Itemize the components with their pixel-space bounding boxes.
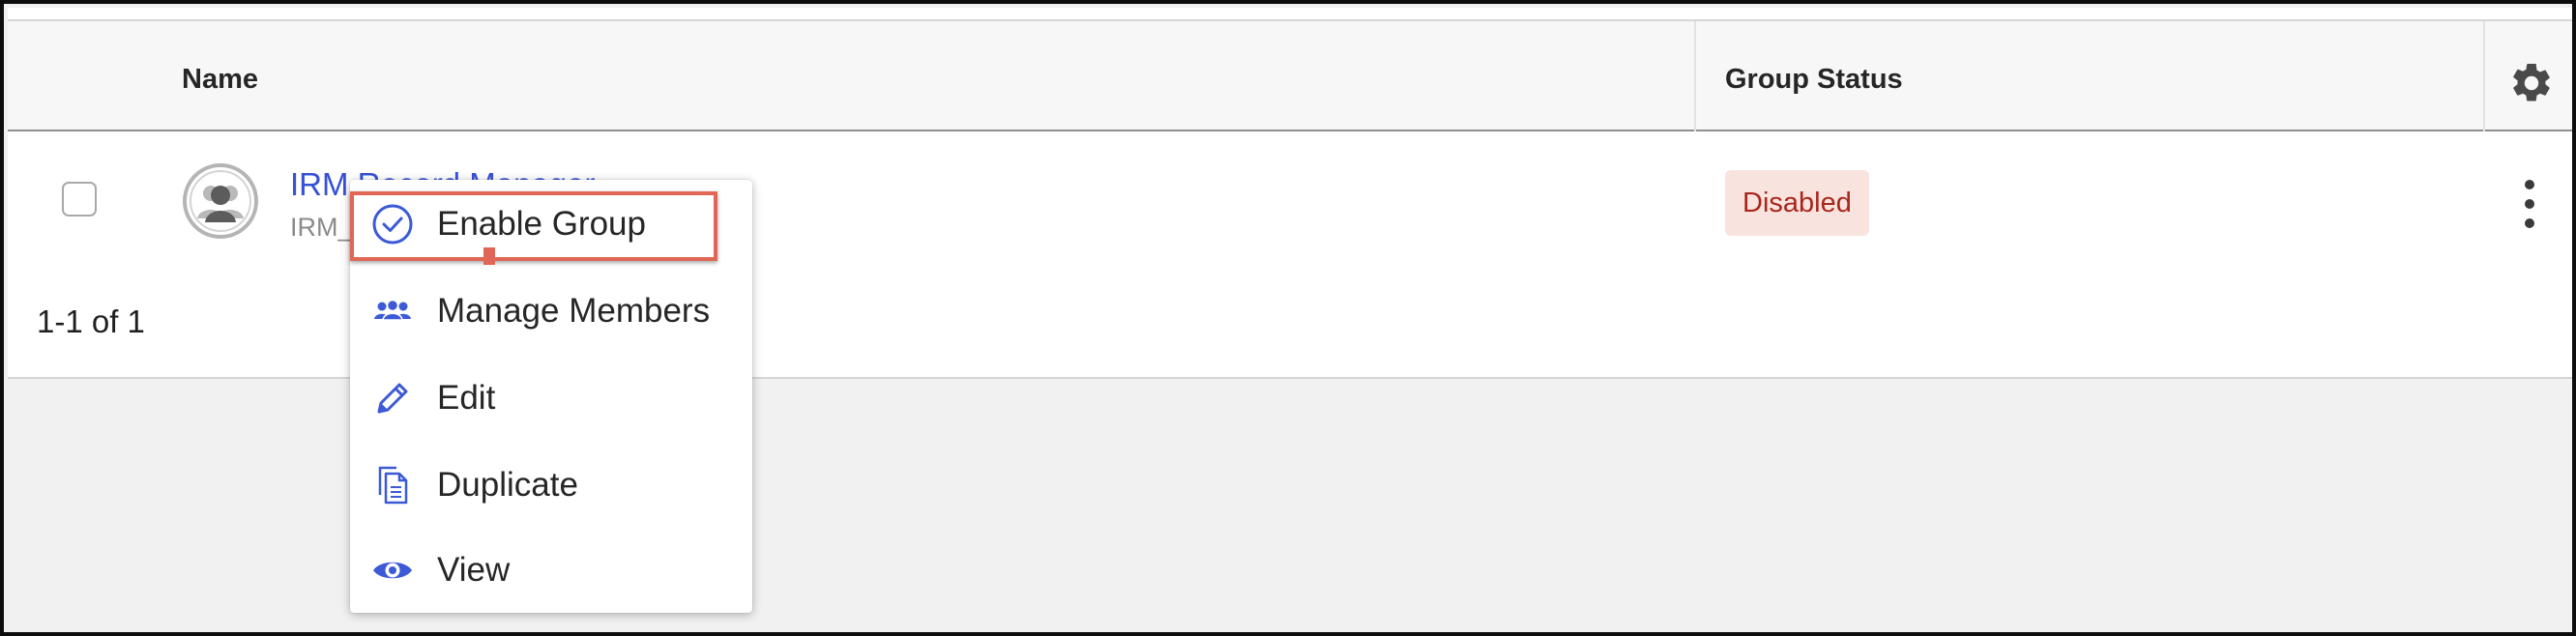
menu-item-label: Edit [437,379,496,417]
menu-item-manage-members[interactable]: Manage Members [350,267,752,354]
top-strip [8,8,2572,21]
table-header: Name Group Status [8,21,2572,131]
menu-item-label: View [437,551,511,589]
group-avatar-icon [183,163,258,239]
group-identifier: IRM_ [290,213,353,242]
pencil-icon [377,383,408,414]
column-header-group-status[interactable]: Group Status [1725,64,1903,96]
eye-icon [373,562,412,579]
menu-item-label: Duplicate [437,466,578,504]
row-actions-kebab-icon[interactable] [2518,178,2541,230]
menu-item-edit[interactable]: Edit [350,354,752,441]
column-header-name[interactable]: Name [182,64,258,96]
group-status-badge: Disabled [1725,170,1869,236]
menu-item-label: Manage Members [437,292,711,330]
users-icon [374,299,411,321]
enable-group-highlight-box [350,191,717,261]
pagination-summary: 1-1 of 1 [37,304,145,339]
duplicate-icon [378,466,408,505]
highlight-pointer-notch [483,247,495,265]
menu-item-duplicate[interactable]: Duplicate [350,441,752,528]
menu-item-view[interactable]: View [350,526,752,613]
row-checkbox[interactable] [62,182,97,217]
settings-gear-icon[interactable] [2508,60,2555,106]
